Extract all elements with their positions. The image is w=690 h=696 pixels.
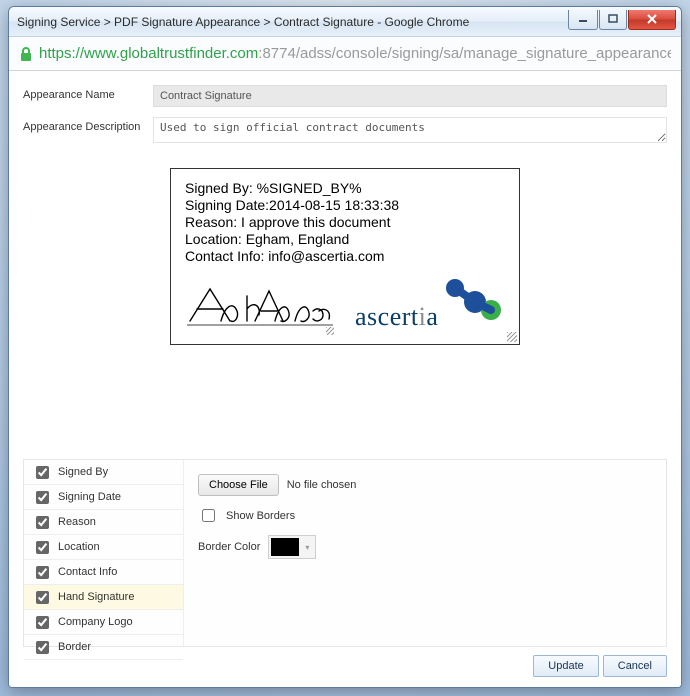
preview-location: Location: Egham, England (185, 231, 505, 247)
preview-signed-by: Signed By: %SIGNED_BY% (185, 180, 505, 196)
show-borders-label: Show Borders (226, 510, 295, 522)
appearance-name-label: Appearance Name (23, 85, 153, 101)
component-settings: Choose File No file chosen Show Borders … (184, 460, 666, 646)
checklist-item-reason[interactable]: Reason (24, 510, 183, 535)
url-text: https://www.globaltrustfinder.com:8774/a… (39, 45, 671, 62)
resize-grip-icon[interactable] (507, 332, 517, 342)
checklist-item-contact-info[interactable]: Contact Info (24, 560, 183, 585)
window-title: Signing Service > PDF Signature Appearan… (17, 15, 568, 29)
preview-bottom-row: ascertia (185, 274, 505, 336)
checklist-checkbox[interactable] (36, 641, 49, 654)
checklist-label: Signing Date (58, 491, 121, 503)
checklist-checkbox[interactable] (36, 516, 49, 529)
checklist-checkbox[interactable] (36, 466, 49, 479)
dialog-footer: Update Cancel (533, 655, 667, 677)
close-button[interactable] (628, 10, 676, 30)
checklist-item-company-logo[interactable]: Company Logo (24, 610, 183, 635)
checklist-checkbox[interactable] (36, 491, 49, 504)
preview-signing-date: Signing Date:2014-08-15 18:33:38 (185, 197, 505, 213)
chevron-down-icon: ▾ (301, 543, 313, 552)
checklist-item-hand-signature[interactable]: Hand Signature (24, 585, 183, 610)
border-color-row: Border Color ▾ (198, 535, 652, 559)
hand-signature-icon (185, 281, 335, 331)
signature-preview[interactable]: Signed By: %SIGNED_BY% Signing Date:2014… (170, 168, 520, 345)
update-button[interactable]: Update (533, 655, 598, 677)
checklist-label: Signed By (58, 466, 108, 478)
options-panel: Signed By Signing Date Reason Location Conta… (23, 459, 667, 647)
checklist-checkbox[interactable] (36, 616, 49, 629)
maximize-button[interactable] (599, 10, 627, 30)
checklist-item-border[interactable]: Border (24, 635, 183, 660)
preview-contact: Contact Info: info@ascertia.com (185, 248, 505, 264)
page-body: Appearance Name Appearance Description U… (9, 71, 681, 687)
preview-reason: Reason: I approve this document (185, 214, 505, 230)
window-buttons (568, 14, 677, 30)
company-logo: ascertia (355, 274, 505, 336)
minimize-button[interactable] (568, 10, 598, 30)
checklist-label: Company Logo (58, 616, 133, 628)
url-protocol: https:// (39, 45, 84, 62)
window-titlebar: Signing Service > PDF Signature Appearan… (9, 7, 681, 37)
signature-components-list: Signed By Signing Date Reason Location Conta… (24, 460, 184, 646)
show-borders-checkbox[interactable] (202, 509, 215, 522)
checklist-label: Contact Info (58, 566, 117, 578)
checklist-label: Hand Signature (58, 591, 134, 603)
file-chooser-row: Choose File No file chosen (198, 474, 652, 496)
appearance-name-input[interactable] (153, 85, 667, 107)
appearance-desc-label: Appearance Description (23, 117, 153, 133)
checklist-checkbox[interactable] (36, 541, 49, 554)
appearance-name-row: Appearance Name (23, 85, 667, 107)
border-color-label: Border Color (198, 541, 260, 553)
url-path: :8774/adss/console/signing/sa/manage_sig… (258, 45, 671, 62)
cancel-button[interactable]: Cancel (603, 655, 667, 677)
checklist-label: Reason (58, 516, 96, 528)
checklist-item-signing-date[interactable]: Signing Date (24, 485, 183, 510)
color-swatch (271, 538, 299, 556)
file-chosen-text: No file chosen (287, 479, 357, 491)
appearance-desc-row: Appearance Description Used to sign offi… (23, 117, 667, 146)
appearance-desc-input[interactable]: Used to sign official contract documents (153, 117, 667, 143)
checklist-checkbox[interactable] (36, 591, 49, 604)
company-logo-text: ascertia (355, 302, 438, 332)
signature-preview-wrap: Signed By: %SIGNED_BY% Signing Date:2014… (23, 168, 667, 345)
lock-icon (19, 46, 33, 62)
checklist-label: Border (58, 641, 91, 653)
show-borders-row: Show Borders (198, 506, 652, 525)
address-bar[interactable]: https://www.globaltrustfinder.com:8774/a… (9, 37, 681, 71)
browser-window: Signing Service > PDF Signature Appearan… (8, 6, 682, 688)
choose-file-button[interactable]: Choose File (198, 474, 279, 496)
resize-grip-icon[interactable] (326, 327, 334, 335)
checklist-label: Location (58, 541, 100, 553)
url-host: www.globaltrustfinder.com (84, 45, 258, 62)
border-color-picker[interactable]: ▾ (268, 535, 316, 559)
checklist-item-signed-by[interactable]: Signed By (24, 460, 183, 485)
checklist-checkbox[interactable] (36, 566, 49, 579)
checklist-item-location[interactable]: Location (24, 535, 183, 560)
